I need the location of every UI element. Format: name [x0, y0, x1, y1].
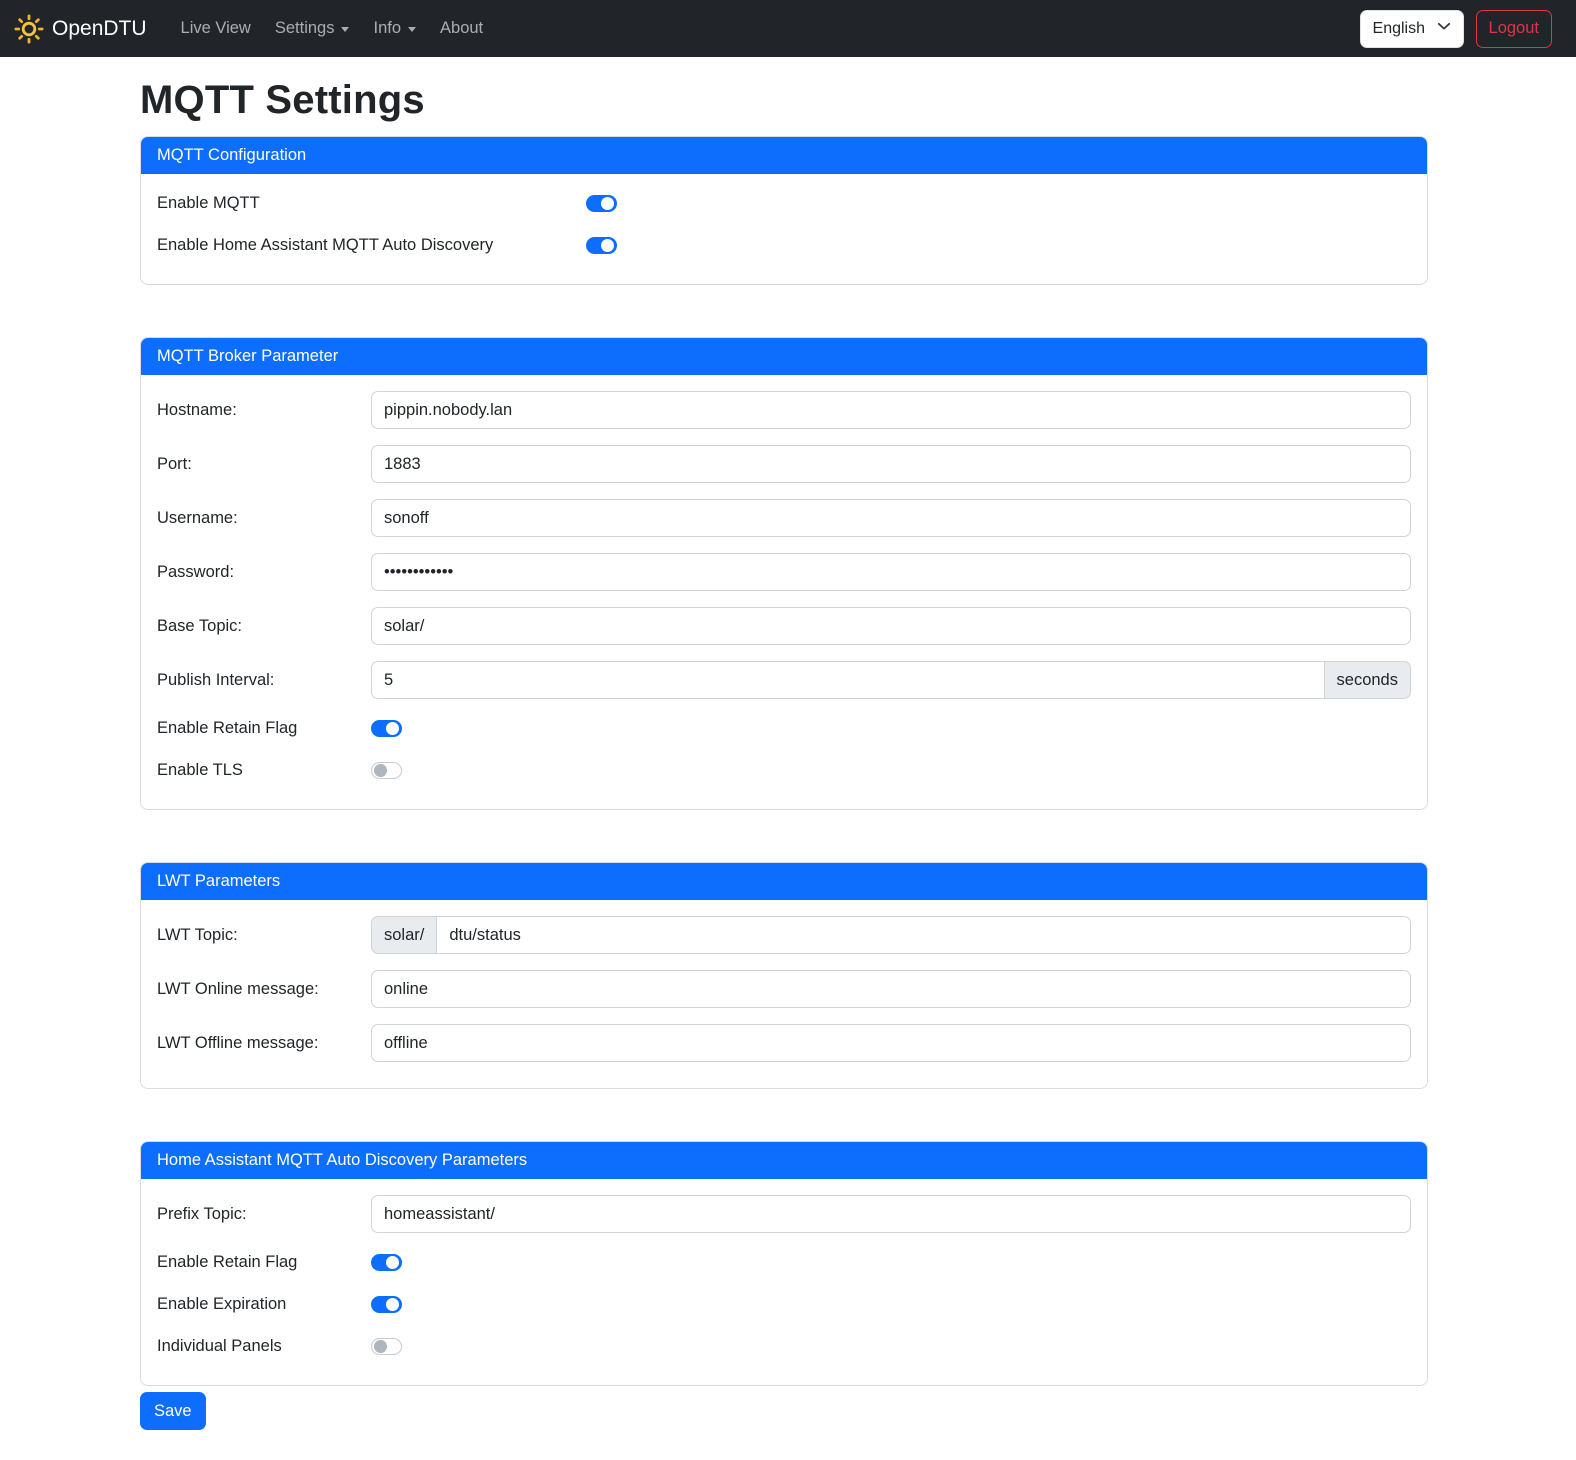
username-field[interactable]: [371, 499, 1411, 537]
prefix-topic-row: Prefix Topic:: [157, 1195, 1411, 1233]
mqtt-broker-card: MQTT Broker Parameter Hostname: Port: Us…: [140, 337, 1428, 810]
hass-discovery-card: Home Assistant MQTT Auto Discovery Param…: [140, 1141, 1428, 1386]
tls-row: Enable TLS: [157, 757, 1411, 783]
caret-down-icon: [341, 27, 349, 32]
card-header: LWT Parameters: [141, 863, 1427, 900]
lwt-offline-field[interactable]: [371, 1024, 1411, 1062]
expiration-label: Enable Expiration: [157, 1295, 371, 1314]
hass-retain-label: Enable Retain Flag: [157, 1253, 371, 1272]
lwt-parameters-card: LWT Parameters LWT Topic: solar/ LWT Onl…: [140, 862, 1428, 1089]
enable-hass-discovery-toggle[interactable]: [586, 237, 617, 254]
nav-links: Live View Settings Info About: [173, 11, 492, 46]
main-content: MQTT Settings MQTT Configuration Enable …: [140, 78, 1428, 1430]
individual-panels-label: Individual Panels: [157, 1337, 371, 1356]
hass-retain-toggle[interactable]: [371, 1254, 402, 1271]
navbar-right: English Logout: [1360, 10, 1552, 48]
retain-flag-toggle[interactable]: [371, 720, 402, 737]
nav-item-label: Live View: [181, 19, 251, 38]
publish-interval-row: Publish Interval: seconds: [157, 661, 1411, 699]
language-select[interactable]: English: [1360, 10, 1464, 48]
password-label: Password:: [157, 563, 371, 582]
password-field[interactable]: [371, 553, 1411, 591]
lwt-topic-label: LWT Topic:: [157, 926, 371, 945]
tls-label: Enable TLS: [157, 761, 371, 780]
publish-interval-field[interactable]: [371, 661, 1325, 699]
username-label: Username:: [157, 509, 371, 528]
nav-item-label: Settings: [275, 19, 335, 38]
nav-item-label: Info: [373, 19, 401, 38]
publish-interval-unit: seconds: [1325, 661, 1411, 699]
tls-toggle[interactable]: [371, 762, 402, 779]
expiration-row: Enable Expiration: [157, 1291, 1411, 1317]
mqtt-configuration-card: MQTT Configuration Enable MQTT Enable Ho…: [140, 136, 1428, 285]
card-header: Home Assistant MQTT Auto Discovery Param…: [141, 1142, 1427, 1179]
card-header: MQTT Broker Parameter: [141, 338, 1427, 375]
hostname-label: Hostname:: [157, 401, 371, 420]
sun-icon: [14, 14, 44, 44]
enable-mqtt-row: Enable MQTT: [157, 190, 1411, 216]
individual-panels-toggle[interactable]: [371, 1338, 402, 1355]
port-field[interactable]: [371, 445, 1411, 483]
base-topic-label: Base Topic:: [157, 617, 371, 636]
logout-button[interactable]: Logout: [1476, 10, 1552, 48]
save-button[interactable]: Save: [140, 1392, 206, 1430]
lwt-online-label: LWT Online message:: [157, 980, 371, 999]
brand-label: OpenDTU: [52, 17, 147, 41]
top-navbar: OpenDTU Live View Settings Info About En…: [0, 0, 1576, 57]
enable-hass-discovery-row: Enable Home Assistant MQTT Auto Discover…: [157, 232, 1411, 258]
brand[interactable]: OpenDTU: [14, 14, 147, 44]
prefix-topic-label: Prefix Topic:: [157, 1205, 371, 1224]
individual-panels-row: Individual Panels: [157, 1333, 1411, 1359]
username-row: Username:: [157, 499, 1411, 537]
password-row: Password:: [157, 553, 1411, 591]
port-row: Port:: [157, 445, 1411, 483]
lwt-offline-row: LWT Offline message:: [157, 1024, 1411, 1062]
enable-hass-discovery-label: Enable Home Assistant MQTT Auto Discover…: [157, 236, 586, 255]
expiration-toggle[interactable]: [371, 1296, 402, 1313]
lwt-topic-prefix: solar/: [371, 916, 436, 954]
hostname-row: Hostname:: [157, 391, 1411, 429]
nav-item-live-view[interactable]: Live View: [173, 11, 259, 46]
card-header: MQTT Configuration: [141, 137, 1427, 174]
base-topic-row: Base Topic:: [157, 607, 1411, 645]
retain-flag-row: Enable Retain Flag: [157, 715, 1411, 741]
nav-item-settings[interactable]: Settings: [267, 11, 358, 46]
prefix-topic-field[interactable]: [371, 1195, 1411, 1233]
chevron-down-icon: [1437, 19, 1451, 38]
hostname-field[interactable]: [371, 391, 1411, 429]
base-topic-field[interactable]: [371, 607, 1411, 645]
enable-mqtt-toggle[interactable]: [586, 195, 617, 212]
lwt-online-field[interactable]: [371, 970, 1411, 1008]
lwt-topic-row: LWT Topic: solar/: [157, 916, 1411, 954]
nav-item-label: About: [440, 19, 483, 38]
nav-item-about[interactable]: About: [432, 11, 491, 46]
caret-down-icon: [408, 27, 416, 32]
lwt-topic-field[interactable]: [436, 916, 1411, 954]
enable-mqtt-label: Enable MQTT: [157, 194, 586, 213]
language-select-value: English: [1373, 20, 1425, 38]
lwt-online-row: LWT Online message:: [157, 970, 1411, 1008]
hass-retain-row: Enable Retain Flag: [157, 1249, 1411, 1275]
nav-item-info[interactable]: Info: [365, 11, 424, 46]
port-label: Port:: [157, 455, 371, 474]
page-title: MQTT Settings: [140, 78, 1428, 123]
lwt-offline-label: LWT Offline message:: [157, 1034, 371, 1053]
retain-flag-label: Enable Retain Flag: [157, 719, 371, 738]
publish-interval-label: Publish Interval:: [157, 671, 371, 690]
